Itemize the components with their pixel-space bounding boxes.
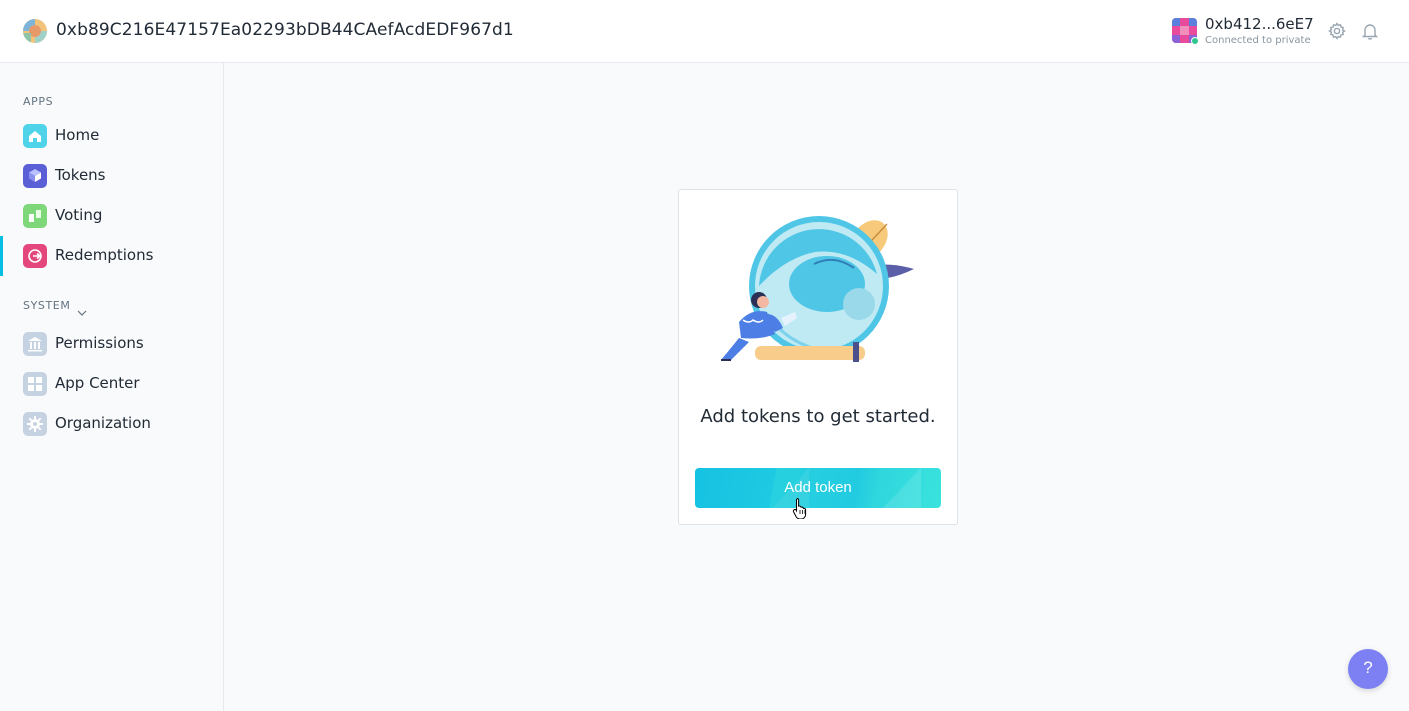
add-token-button-label: Add token — [784, 479, 852, 496]
top-bar: 0xb89C216E47157Ea02293bDB44CAefAcdEDF967… — [0, 0, 1409, 63]
sidebar-item-label: Organization — [55, 414, 151, 432]
org-avatar[interactable] — [23, 19, 47, 43]
sidebar-item-label: Tokens — [55, 166, 106, 184]
bell-icon[interactable] — [1360, 21, 1380, 41]
hand-cursor-icon — [792, 497, 808, 520]
sidebar-item-permissions[interactable]: Permissions — [0, 324, 223, 364]
help-button[interactable]: ? — [1348, 649, 1388, 689]
redemptions-icon — [23, 244, 47, 268]
account-badge[interactable]: 0xb412...6eE7 Connected to private — [1172, 15, 1314, 48]
system-section-label: SYSTEM — [23, 299, 71, 312]
sidebar: APPS Home Tokens Voting Redemptions SYST… — [0, 63, 224, 711]
connection-status-dot — [1191, 37, 1199, 45]
organization-icon — [23, 412, 47, 436]
sidebar-item-app-center[interactable]: App Center — [0, 364, 223, 404]
sidebar-item-tokens[interactable]: Tokens — [0, 156, 223, 196]
gear-icon[interactable] — [1327, 21, 1347, 41]
account-network: Connected to private — [1205, 35, 1311, 46]
sidebar-item-redemptions[interactable]: Redemptions — [0, 236, 223, 276]
sidebar-item-voting[interactable]: Voting — [0, 196, 223, 236]
home-icon — [23, 124, 47, 148]
sidebar-item-label: Home — [55, 126, 100, 144]
apps-section-label: APPS — [23, 95, 54, 108]
add-token-button[interactable]: Add token — [695, 468, 941, 508]
empty-state-card: Add tokens to get started. Add token — [678, 189, 958, 525]
empty-state-message: Add tokens to get started. — [700, 406, 936, 427]
tokens-icon — [23, 164, 47, 188]
sidebar-item-organization[interactable]: Organization — [0, 404, 223, 444]
permissions-icon — [23, 332, 47, 356]
sidebar-item-label: Redemptions — [55, 246, 154, 264]
sidebar-item-home[interactable]: Home — [0, 116, 223, 156]
account-address: 0xb412...6eE7 — [1205, 15, 1314, 33]
org-address[interactable]: 0xb89C216E47157Ea02293bDB44CAefAcdEDF967… — [56, 20, 514, 40]
sidebar-item-label: Permissions — [55, 334, 144, 352]
voting-icon — [23, 204, 47, 228]
chevron-down-icon[interactable] — [77, 302, 87, 316]
sidebar-item-label: Voting — [55, 206, 103, 224]
sidebar-item-label: App Center — [55, 374, 140, 392]
empty-state-illustration — [719, 214, 919, 364]
app-center-icon — [23, 372, 47, 396]
help-button-label: ? — [1363, 658, 1373, 677]
